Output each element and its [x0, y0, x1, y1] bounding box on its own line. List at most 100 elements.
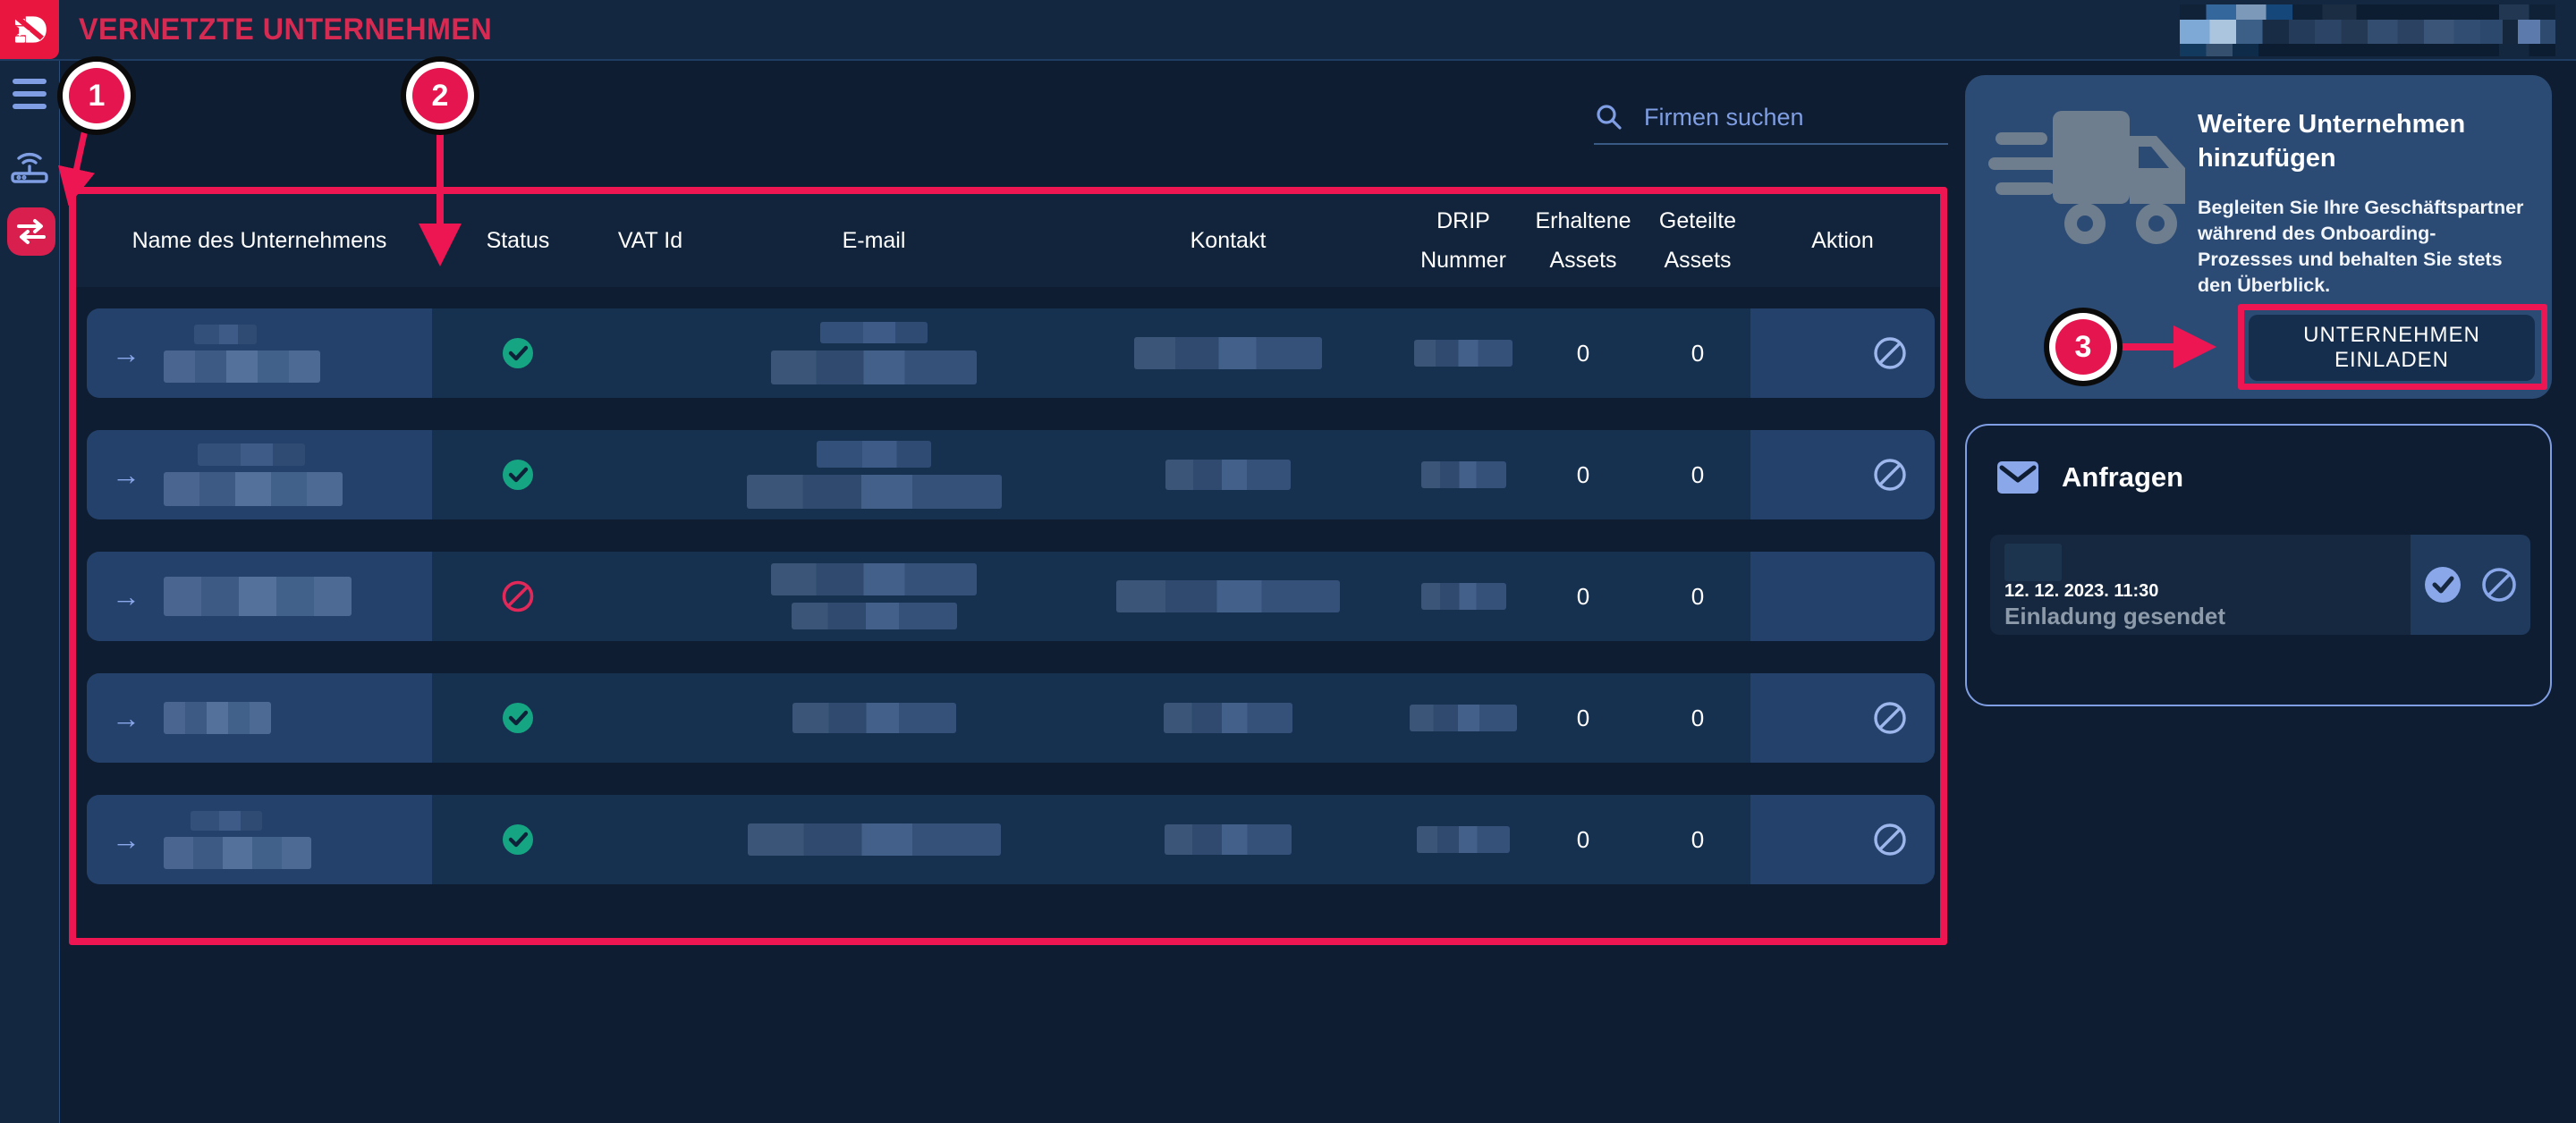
- row-open-arrow-icon[interactable]: →: [112, 825, 140, 854]
- row-open-arrow-icon[interactable]: →: [112, 460, 140, 489]
- received-assets-value: 0: [1577, 583, 1589, 611]
- request-status-text: Einladung gesendet: [2004, 603, 2225, 630]
- sidebar: [0, 61, 60, 1123]
- action-cell: [1750, 673, 1935, 763]
- block-company-icon[interactable]: [1872, 457, 1908, 493]
- vat-cell: [604, 795, 697, 884]
- table-row[interactable]: → 0 0: [87, 552, 1935, 641]
- status-cell: [432, 308, 604, 398]
- status-cell: [432, 795, 604, 884]
- request-actions: [2411, 535, 2530, 635]
- email-cell: [697, 552, 1051, 641]
- redacted-drip: [1414, 340, 1513, 367]
- action-cell: [1750, 552, 1935, 641]
- shared-assets-value: 0: [1691, 461, 1704, 489]
- company-name-cell: →: [87, 795, 432, 884]
- kontakt-cell: [1051, 308, 1405, 398]
- status-ok-icon: [501, 701, 535, 735]
- email-cell: [697, 430, 1051, 519]
- column-header-email: E-mail: [697, 194, 1051, 287]
- search-input[interactable]: [1642, 103, 1962, 132]
- kontakt-cell: [1051, 552, 1405, 641]
- drip-cell: [1405, 552, 1521, 641]
- company-name-cell: →: [87, 430, 432, 519]
- status-blocked-icon: [501, 579, 535, 613]
- redacted-drip: [1421, 583, 1506, 610]
- company-name-cell: →: [87, 308, 432, 398]
- table-row[interactable]: → 0 0: [87, 308, 1935, 398]
- brand-logo[interactable]: [0, 0, 59, 59]
- redacted-company-name: [164, 837, 311, 869]
- redacted-email: [747, 475, 1002, 509]
- drip-cell: [1405, 795, 1521, 884]
- column-header-erhaltene: Erhaltene Assets: [1521, 194, 1645, 287]
- request-item: 12. 12. 2023. 11:30 Einladung gesendet: [1990, 535, 2530, 635]
- column-header-status: Status: [432, 194, 604, 287]
- status-ok-icon: [501, 458, 535, 492]
- redacted-kontakt: [1165, 824, 1292, 855]
- redacted-kontakt: [1116, 580, 1340, 612]
- redacted-company-name: [164, 472, 343, 506]
- status-ok-icon: [501, 823, 535, 857]
- company-search: [1594, 91, 1948, 145]
- block-company-icon[interactable]: [1872, 700, 1908, 736]
- email-cell: [697, 795, 1051, 884]
- kontakt-cell: [1051, 430, 1405, 519]
- transfer-arrows-icon: [16, 218, 47, 245]
- block-company-icon[interactable]: [1872, 335, 1908, 371]
- app-window: VERNETZTE UNTERNEHMEN: [0, 0, 2576, 1123]
- row-open-arrow-icon[interactable]: →: [112, 704, 140, 732]
- requests-title: Anfragen: [2062, 461, 2183, 494]
- requests-card: Anfragen 12. 12. 2023. 11:30 Einladung g…: [1965, 424, 2552, 706]
- annotation-circle-2: 2: [412, 68, 468, 123]
- redacted-email: [748, 823, 1001, 856]
- redacted-drip: [1421, 461, 1506, 488]
- drip-cell: [1405, 430, 1521, 519]
- invite-card-title: Weitere Unternehmen hinzufügen: [2198, 107, 2493, 175]
- redacted-email: [771, 563, 977, 595]
- action-cell: [1750, 795, 1935, 884]
- user-info-blur-row: [2180, 20, 2555, 44]
- block-company-icon[interactable]: [1872, 822, 1908, 857]
- column-header-name: Name des Unternehmens: [87, 194, 432, 287]
- shared-assets-value: 0: [1691, 826, 1704, 854]
- search-icon: [1594, 102, 1624, 132]
- shared-assets-value: 0: [1691, 583, 1704, 611]
- company-name-cell: →: [87, 552, 432, 641]
- status-cell: [432, 552, 604, 641]
- user-info-redacted[interactable]: [2180, 4, 2555, 56]
- redacted-company-name: [164, 702, 271, 734]
- redacted-company-name: [164, 577, 352, 616]
- received-assets-value: 0: [1577, 826, 1589, 854]
- drip-cell: [1405, 308, 1521, 398]
- vat-cell: [604, 430, 697, 519]
- sidebar-item-menu[interactable]: [13, 79, 47, 109]
- redacted-kontakt: [1164, 703, 1292, 733]
- row-open-arrow-icon[interactable]: →: [112, 339, 140, 367]
- sidebar-item-devices[interactable]: [9, 147, 50, 186]
- table-row[interactable]: → 0 0: [87, 673, 1935, 763]
- request-timestamp: 12. 12. 2023. 11:30: [2004, 581, 2158, 602]
- redacted-email: [792, 703, 956, 733]
- redacted-drip: [1410, 705, 1517, 731]
- request-info: 12. 12. 2023. 11:30 Einladung gesendet: [1990, 535, 2411, 635]
- column-header-drip: DRIP Nummer: [1405, 194, 1521, 287]
- table-row[interactable]: → 0 0: [87, 430, 1935, 519]
- email-cell: [697, 673, 1051, 763]
- brand-d-arrow-icon: [9, 9, 50, 50]
- kontakt-cell: [1051, 795, 1405, 884]
- column-header-kontakt: Kontakt: [1051, 194, 1405, 287]
- shared-assets-value: 0: [1691, 705, 1704, 732]
- vat-cell: [604, 552, 697, 641]
- status-ok-icon: [501, 336, 535, 370]
- redacted-request-company: [2004, 544, 2062, 581]
- sidebar-item-connected-companies[interactable]: [7, 207, 55, 256]
- row-open-arrow-icon[interactable]: →: [112, 582, 140, 611]
- table-row[interactable]: → 0 0: [87, 795, 1935, 884]
- redacted-drip: [1417, 826, 1510, 853]
- redacted-company-name: [164, 350, 320, 383]
- decline-request-icon[interactable]: [2480, 566, 2518, 604]
- invite-card-body: Begleiten Sie Ihre Geschäftspartner währ…: [2198, 195, 2525, 299]
- accept-request-icon[interactable]: [2423, 565, 2462, 604]
- invite-company-button[interactable]: UNTERNEHMEN EINLADEN: [2249, 315, 2535, 381]
